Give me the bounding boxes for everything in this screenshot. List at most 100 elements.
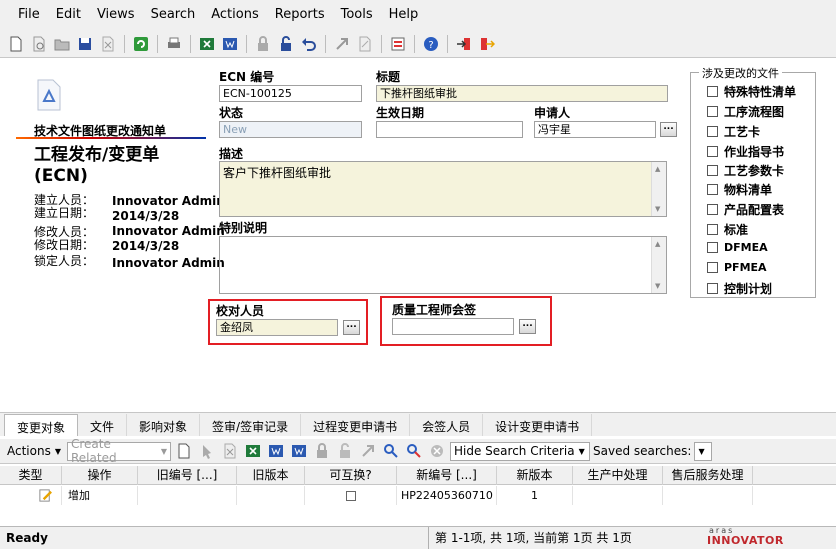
version-icon[interactable] [355,34,375,54]
modified-on-value: 2014/3/28 [112,239,180,253]
grid-word-alt-icon[interactable] [289,441,309,461]
affected-files-legend: 涉及更改的文件 [699,65,782,81]
qe-signoff-label: 质量工程师会签 [392,303,477,317]
saved-searches-dropdown[interactable]: ▼ [694,441,713,461]
save-icon[interactable] [75,34,95,54]
menu-edit[interactable]: Edit [48,0,89,30]
checkbox-work-instruction[interactable]: 作业指导书 [707,143,784,160]
checkbox-dfmea[interactable]: DFMEA [707,241,768,254]
print-icon[interactable] [164,34,184,54]
saved-searches-label: Saved searches: [593,444,692,458]
tab-design-change-request[interactable]: 设计变更申请书 [483,414,593,436]
grid-lock-icon[interactable] [312,441,332,461]
col-in-production[interactable]: 生产中处理 [573,466,663,485]
search-icon[interactable] [381,441,401,461]
menu-tools[interactable]: Tools [333,0,381,30]
tab-files[interactable]: 文件 [78,414,128,436]
qe-signoff-field[interactable] [392,318,514,335]
tab-change-objects[interactable]: 变更对象 [4,414,79,436]
status-bar: Ready 第 1-1项, 共 1项, 当前第 1页 共 1页 aras INN… [0,526,836,549]
word-icon[interactable] [220,34,240,54]
open-folder-icon[interactable] [52,34,72,54]
pick-icon[interactable] [197,441,217,461]
menu-help[interactable]: Help [381,0,427,30]
part-edit-icon [39,489,52,502]
applicant-browse-button[interactable]: ... [660,122,677,137]
title-underline [16,137,206,139]
report-icon[interactable] [388,34,408,54]
menu-reports[interactable]: Reports [267,0,333,30]
promote-icon[interactable] [332,34,352,54]
checkbox-standard[interactable]: 标准 [707,221,748,238]
special-notes-textarea[interactable]: ▲ ▼ [219,236,667,294]
new-relationship-icon[interactable] [174,441,194,461]
exit-icon[interactable] [477,34,497,54]
aras-innovator-logo: aras INNOVATOR [707,526,784,547]
grid-unlock-icon[interactable] [335,441,355,461]
checkbox-control-plan[interactable]: 控制计划 [707,280,772,297]
tab-signoffs[interactable]: 签审/签审记录 [200,414,302,436]
col-new-number[interactable]: 新编号 [...] [397,466,497,485]
create-related-dropdown[interactable]: Create Related ▼ [67,437,171,465]
locked-by-value: Innovator Admin [112,256,225,270]
tab-process-change-request[interactable]: 过程变更申请书 [301,414,411,436]
checker-browse-button[interactable]: ... [343,320,360,335]
excel-icon[interactable] [197,34,217,54]
checkbox-special-characteristics[interactable]: 特殊特性清单 [707,83,796,100]
remove-icon[interactable] [220,441,240,461]
grid-excel-icon[interactable] [243,441,263,461]
chevron-down-icon: ▼ [54,446,61,456]
actions-dropdown[interactable]: Actions ▼ [4,442,64,461]
delete-icon[interactable] [98,34,118,54]
special-notes-scrollbar[interactable]: ▲ ▼ [651,237,666,293]
clear-search-icon[interactable] [404,441,424,461]
checkbox-bom[interactable]: 物料清单 [707,181,772,198]
menu-search[interactable]: Search [143,0,204,30]
grid-promote-icon[interactable] [358,441,378,461]
created-by-value: Innovator Admin [112,194,225,208]
description-scrollbar[interactable]: ▲ ▼ [651,162,666,216]
applicant-field[interactable]: 冯宇星 [534,121,656,138]
qe-browse-button[interactable]: ... [519,319,536,334]
col-new-revision[interactable]: 新版本 [497,466,573,485]
checkbox-process-parameter[interactable]: 工艺参数卡 [707,162,784,179]
menu-views[interactable]: Views [89,0,143,30]
interchangeable-checkbox[interactable] [346,491,356,501]
relationship-tabs: 变更对象 文件 影响对象 签审/签审记录 过程变更申请书 会签人员 设计变更申请… [0,412,836,436]
table-row[interactable]: 增加 HP22405360710 1 [0,486,836,505]
col-action[interactable]: 操作 [62,466,138,485]
undo-icon[interactable] [299,34,319,54]
lock-icon[interactable] [253,34,273,54]
effective-date-field[interactable] [376,121,523,138]
state-field[interactable]: New [219,121,362,138]
description-textarea[interactable]: 客户下推杆图纸审批 ▲ ▼ [219,161,667,217]
col-interchangeable[interactable]: 可互换? [305,466,397,485]
col-after-sales[interactable]: 售后服务处理 [663,466,753,485]
col-type[interactable]: 类型 [0,466,62,485]
ecn-number-field[interactable]: ECN-100125 [219,85,362,102]
checker-field[interactable]: 金绍凤 [216,319,338,336]
checkbox-pfmea[interactable]: PFMEA [707,261,767,274]
new-icon[interactable] [6,34,26,54]
hide-search-criteria-dropdown[interactable]: Hide Search Criteria ▼ [450,441,590,461]
tab-countersign-people[interactable]: 会签人员 [410,414,484,436]
applicant-label: 申请人 [534,106,571,120]
stop-search-icon[interactable] [427,441,447,461]
help-icon[interactable]: ? [421,34,441,54]
login-icon[interactable] [454,34,474,54]
tab-impacted-objects[interactable]: 影响对象 [127,414,201,436]
menu-actions[interactable]: Actions [203,0,267,30]
unlock-icon[interactable] [276,34,296,54]
menu-file[interactable]: File [10,0,48,30]
col-old-number[interactable]: 旧编号 [...] [138,466,237,485]
checkbox-process-card[interactable]: 工艺卡 [707,123,760,140]
title-field[interactable]: 下推杆图纸审批 [376,85,668,102]
refresh-icon[interactable] [131,34,151,54]
checkbox-product-config[interactable]: 产品配置表 [707,201,784,218]
grid-header: 类型 操作 旧编号 [...] 旧版本 可互换? 新编号 [...] 新版本 生… [0,466,836,485]
grid-word-icon[interactable] [266,441,286,461]
checkbox-process-flow[interactable]: 工序流程图 [707,103,784,120]
col-old-revision[interactable]: 旧版本 [237,466,305,485]
cell-new-revision: 1 [497,486,573,505]
view-icon[interactable] [29,34,49,54]
